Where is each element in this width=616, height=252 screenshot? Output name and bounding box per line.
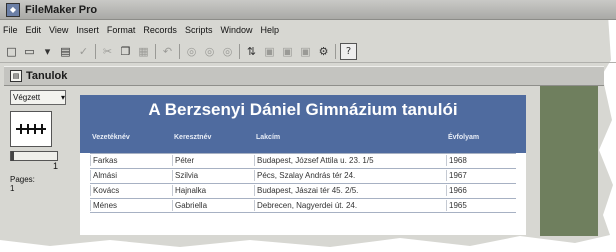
column-header-lastname: Vezetéknév [92, 134, 130, 141]
cell-firstname[interactable]: Péter [172, 155, 251, 166]
cell-year[interactable]: 1968 [446, 155, 509, 166]
database-doc-icon: ▤ [10, 70, 22, 82]
cell-firstname[interactable]: Gabriella [172, 200, 251, 211]
menu-file[interactable]: File [3, 25, 18, 35]
table-row[interactable]: Farkas Péter Budapest, József Attila u. … [90, 153, 516, 167]
pages-value: 1 [10, 184, 15, 193]
cell-address[interactable]: Pécs, Szalay András tér 24. [254, 170, 443, 181]
toolbar-separator [239, 43, 240, 59]
app-titlebar: ◆ FileMaker Pro [0, 0, 616, 20]
print-icon[interactable]: ▤ [58, 44, 73, 59]
layout-select-value: Végzett [13, 93, 41, 102]
paste-icon[interactable]: ▦ [136, 44, 151, 59]
cut-icon[interactable]: ✂ [100, 44, 115, 59]
cell-firstname[interactable]: Szilvia [172, 170, 251, 181]
find-icon[interactable]: ◎ [184, 44, 199, 59]
menu-format[interactable]: Format [107, 25, 136, 35]
menu-scripts[interactable]: Scripts [185, 25, 213, 35]
layout-content: A Berzsenyi Dániel Gimnázium tanulói Vez… [80, 95, 526, 235]
find-all-icon[interactable]: ◎ [202, 44, 217, 59]
layout-icon[interactable]: ▣ [262, 44, 277, 59]
menu-records[interactable]: Records [143, 25, 177, 35]
browse-icon[interactable]: ▣ [280, 44, 295, 59]
cell-firstname[interactable]: Hajnalka [172, 185, 251, 196]
status-area: Végzett ▾ 1 Pages: 1 [10, 90, 72, 230]
column-header-firstname: Keresztnév [174, 134, 212, 141]
preview-icon[interactable]: ▣ [298, 44, 313, 59]
table-row[interactable]: Ménes Gabriella Debrecen, Nagyerdei út. … [90, 198, 516, 213]
record-slider[interactable] [10, 151, 58, 161]
menu-insert[interactable]: Insert [76, 25, 99, 35]
pages-label: Pages: 1 [10, 175, 72, 193]
menu-edit[interactable]: Edit [26, 25, 42, 35]
app-title: FileMaker Pro [25, 3, 98, 16]
menu-bar: File Edit View Insert Format Records Scr… [0, 21, 616, 38]
header-band: A Berzsenyi Dániel Gimnázium tanulói Vez… [80, 95, 526, 153]
column-header-address: Lakcím [256, 134, 281, 141]
cell-year[interactable]: 1966 [446, 185, 509, 196]
menu-help[interactable]: Help [260, 25, 279, 35]
table-row[interactable]: Almási Szilvia Pécs, Szalay András tér 2… [90, 168, 516, 182]
cell-address[interactable]: Budapest, Jászai tér 45. 2/5. [254, 185, 443, 196]
cell-lastname[interactable]: Farkas [90, 155, 169, 166]
toolbar: □ ▭ ▾ ▤ ✓ ✂ ❐ ▦ ↶ ◎ ◎ ◎ ⇅ ▣ ▣ ▣ ⚙ ? [0, 40, 616, 63]
new-file-icon[interactable]: □ [4, 44, 19, 59]
page-title: A Berzsenyi Dániel Gimnázium tanulói [148, 100, 458, 119]
table-row[interactable]: Kovács Hajnalka Budapest, Jászai tér 45.… [90, 183, 516, 197]
dropdown-arrow-icon[interactable]: ▾ [40, 44, 55, 59]
cell-address[interactable]: Budapest, József Attila u. 23. 1/5 [254, 155, 443, 166]
toolbar-separator [95, 43, 96, 59]
cell-lastname[interactable]: Ménes [90, 200, 169, 211]
open-folder-icon[interactable]: ▭ [22, 44, 37, 59]
book-pages-icon [16, 124, 46, 134]
help-icon[interactable]: ? [340, 42, 357, 60]
record-book[interactable] [10, 111, 52, 147]
copy-icon[interactable]: ❐ [118, 44, 133, 59]
chevron-down-icon: ▾ [60, 93, 65, 102]
sort-icon[interactable]: ⇅ [244, 44, 259, 59]
toolbar-separator [155, 43, 156, 59]
undo-icon[interactable]: ↶ [160, 44, 175, 59]
layout-select[interactable]: Végzett ▾ [10, 90, 66, 105]
cell-address[interactable]: Debrecen, Nagyerdei út. 24. [254, 200, 443, 211]
menu-window[interactable]: Window [220, 25, 252, 35]
filemaker-app-icon: ◆ [6, 2, 20, 17]
toolbar-separator [335, 43, 336, 59]
document-titlebar: ▤ Tanulok [4, 66, 604, 86]
cell-lastname[interactable]: Kovács [90, 185, 169, 196]
cell-year[interactable]: 1967 [446, 170, 509, 181]
record-number: 1 [52, 161, 58, 171]
cell-lastname[interactable]: Almási [90, 170, 169, 181]
side-panel [540, 86, 598, 236]
menu-view[interactable]: View [49, 25, 68, 35]
record-slider-thumb[interactable] [11, 151, 14, 161]
document-title: Tanulok [26, 70, 68, 82]
spell-check-icon[interactable]: ✓ [76, 44, 91, 59]
query-icon[interactable]: ⚙ [316, 44, 331, 59]
pages-label-text: Pages: [10, 175, 35, 184]
cell-year[interactable]: 1965 [446, 200, 509, 211]
omit-icon[interactable]: ◎ [220, 44, 235, 59]
column-header-year: Évfolyam [448, 134, 480, 141]
toolbar-separator [179, 43, 180, 59]
